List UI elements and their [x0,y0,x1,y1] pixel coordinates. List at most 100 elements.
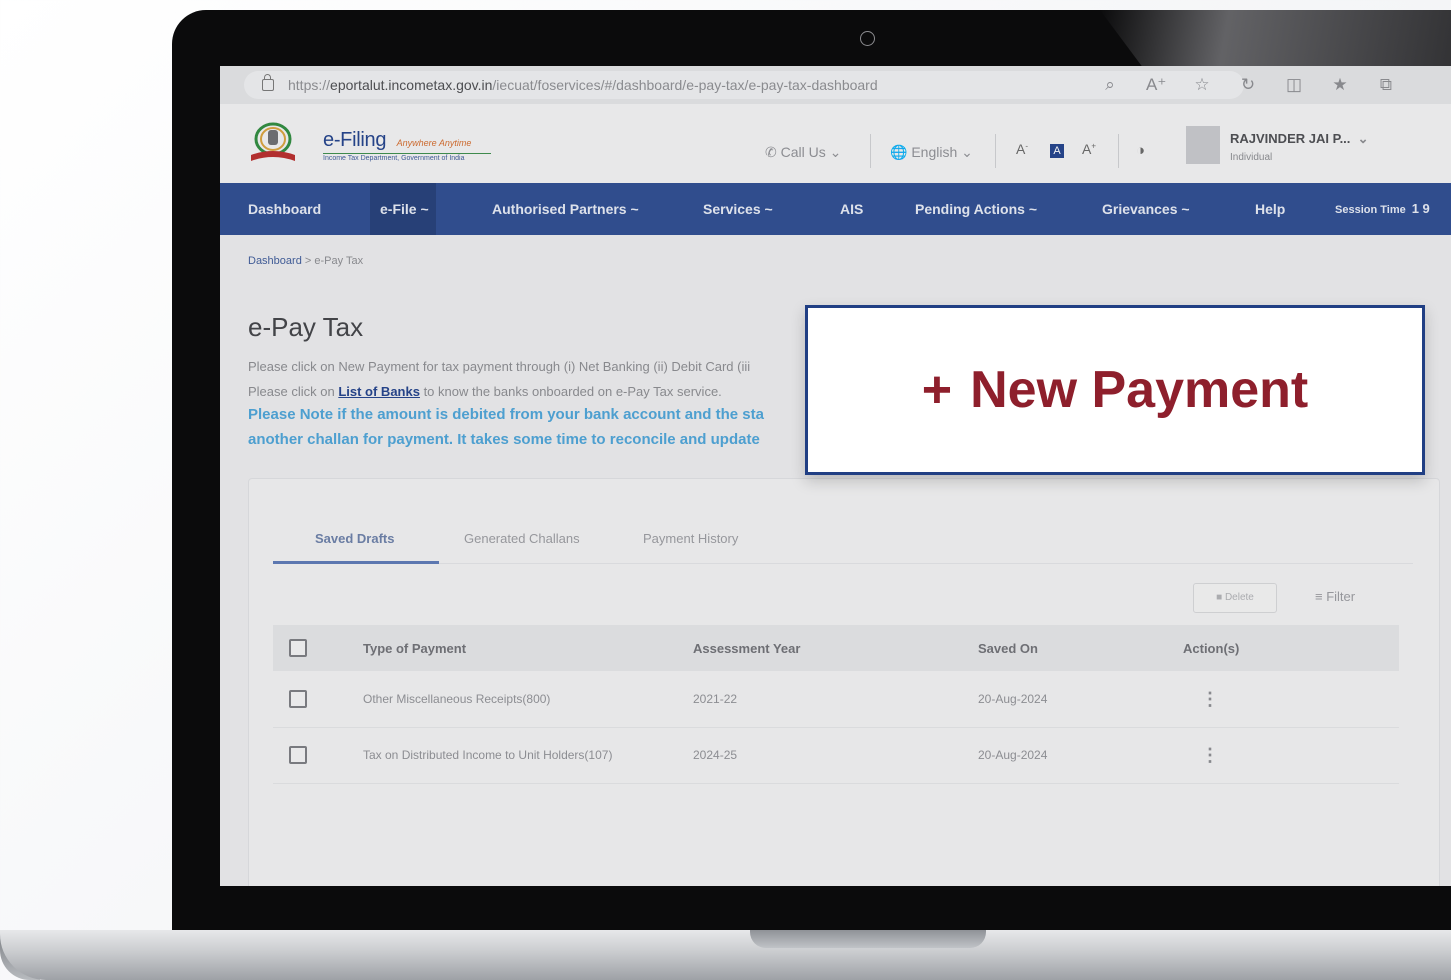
nav-dashboard[interactable]: Dashboard [248,183,321,235]
table-row[interactable]: Other Miscellaneous Receipts(800) 2021-2… [273,671,1399,728]
camera-icon [860,31,875,46]
tab-saved-drafts[interactable]: Saved Drafts [315,531,394,546]
user-menu[interactable]: RAJVINDER JAI P... ⌄ [1230,131,1369,147]
cell-saved-on: 20-Aug-2024 [978,692,1048,706]
header-type-of-payment[interactable]: Type of Payment [363,625,466,671]
filter-button[interactable]: ≡ Filter [1315,583,1355,611]
cell-saved-on: 20-Aug-2024 [978,748,1048,762]
delete-button[interactable]: ■ Delete [1193,583,1277,613]
breadcrumb-dashboard[interactable]: Dashboard [248,255,302,267]
chevron-down-icon: ⌄ [829,144,842,160]
url-path: /iecuat/foservices/#/dashboard/e-pay-tax… [492,77,878,93]
nav-grievances[interactable]: Grievances ~ [1102,183,1190,235]
breadcrumb-current: e-Pay Tax [314,255,364,267]
row-checkbox[interactable] [289,690,307,708]
row-checkbox[interactable] [289,746,307,764]
efiling-logo[interactable]: e-Filing Anywhere Anytime Income Tax Dep… [323,129,491,162]
page-title: e-Pay Tax [248,312,364,342]
brand-tagline: Anywhere Anytime [396,138,472,148]
favorite-star-icon[interactable]: ☆ [1192,75,1212,95]
select-all-checkbox[interactable] [289,639,307,657]
payments-card: Saved Drafts Generated Challans Payment … [248,478,1440,886]
nav-e-file[interactable]: e-File ~ [380,183,429,235]
info-prefix: Please click on [248,384,339,399]
info-text-line-2: Please click on List of Banks to know th… [248,384,722,399]
font-increase-button[interactable]: A+ [1082,141,1096,157]
zoom-icon[interactable]: ⌕ [1100,75,1120,95]
font-decrease-button[interactable]: A- [1016,141,1028,157]
url-text[interactable]: https://eportalut.incometax.gov.in/iecua… [288,77,878,93]
refresh-icon[interactable]: ↻ [1238,75,1258,95]
plus-icon: + [921,361,953,419]
nav-help[interactable]: Help [1255,183,1285,235]
table-row[interactable]: Tax on Distributed Income to Unit Holder… [273,727,1399,784]
bezel-glare [1100,10,1451,68]
cell-type-of-payment: Other Miscellaneous Receipts(800) [363,692,551,706]
nav-pending-actions[interactable]: Pending Actions ~ [915,183,1037,235]
url-host: eportalut.incometax.gov.in [330,77,493,93]
header-actions: Action(s) [1183,640,1240,656]
avatar[interactable] [1186,126,1220,164]
breadcrumb-separator: > [304,255,312,267]
table-header: Type of Payment Assessment Year Saved On… [273,625,1399,671]
laptop-screen: https://eportalut.incometax.gov.in/iecua… [220,66,1451,886]
browser-toolbar: https://eportalut.incometax.gov.in/iecua… [220,66,1451,104]
tab-generated-challans[interactable]: Generated Challans [464,531,580,546]
row-actions-kebab-icon[interactable]: ⋮ [1201,727,1219,783]
divider [1118,134,1119,168]
header-saved-on[interactable]: Saved On [978,625,1038,671]
filter-icon: ≡ [1315,589,1323,604]
row-actions-kebab-icon[interactable]: ⋮ [1201,671,1219,727]
session-label: Session Time [1335,204,1406,216]
font-increase-label: A [1082,141,1092,157]
laptop-base [0,930,1451,980]
browser-action-icons: ⌕ A⁺ ☆ ↻ ◫ ★ ⧉ [1100,66,1396,104]
chevron-down-icon: ⌄ [961,144,973,160]
breadcrumb: Dashboard > e-Pay Tax [248,255,363,267]
language-menu[interactable]: 🌐 English ⌄ [890,144,973,161]
header-assessment-year[interactable]: Assessment Year [693,625,800,671]
font-decrease-label: A [1016,141,1026,157]
laptop-hinge-notch [750,930,986,948]
nav-services[interactable]: Services ~ [703,183,773,235]
brand-subtitle: Income Tax Department, Government of Ind… [323,153,491,162]
row-checkbox-cell [289,671,307,727]
call-us-menu[interactable]: ✆ Call Us ⌄ [765,144,841,161]
info-text-line-1: Please click on New Payment for tax paym… [248,359,751,374]
brand-name: e-Filing [323,129,387,151]
cell-type-of-payment: Tax on Distributed Income to Unit Holder… [363,748,613,762]
site-header: e-Filing Anywhere Anytime Income Tax Dep… [220,104,1451,183]
select-all-cell [289,625,307,671]
read-aloud-icon[interactable]: A⁺ [1146,75,1166,95]
tab-payment-history[interactable]: Payment History [643,531,738,546]
new-payment-button[interactable]: + New Payment [805,305,1425,475]
url-prefix: https:// [288,77,331,93]
nav-ais[interactable]: AIS [840,183,863,235]
address-bar[interactable]: https://eportalut.incometax.gov.in/iecua… [244,71,1244,99]
delete-label: Delete [1224,592,1254,603]
favorites-list-icon[interactable]: ★ [1330,75,1350,95]
main-nav: Dashboard e-File ~ Authorised Partners ~… [220,183,1451,235]
phone-icon: ✆ [765,144,777,160]
cell-assessment-year: 2024-25 [693,748,738,762]
filter-label: Filter [1326,589,1356,604]
emblem-logo-icon[interactable] [248,121,298,165]
user-name: RAJVINDER JAI P... [1230,131,1351,146]
nav-authorised-partners[interactable]: Authorised Partners ~ [492,183,639,235]
font-normal-button[interactable]: A [1050,144,1064,158]
lock-icon[interactable] [262,74,274,91]
trash-icon: ■ [1216,592,1223,603]
user-role: Individual [1230,152,1273,163]
contrast-toggle-icon[interactable]: ◑ [1136,142,1145,159]
globe-icon: 🌐 [890,144,908,160]
split-screen-icon[interactable]: ◫ [1284,75,1304,95]
note-line-1: Please Note if the amount is debited fro… [248,406,764,423]
call-us-label: Call Us [780,144,826,160]
active-tab-indicator [273,561,439,564]
chevron-down-icon: ⌄ [1354,131,1369,146]
cell-assessment-year: 2021-22 [693,692,738,706]
collections-icon[interactable]: ⧉ [1376,75,1396,95]
divider [870,134,871,168]
new-payment-label: + New Payment [922,360,1309,420]
list-of-banks-link[interactable]: List of Banks [338,384,420,399]
